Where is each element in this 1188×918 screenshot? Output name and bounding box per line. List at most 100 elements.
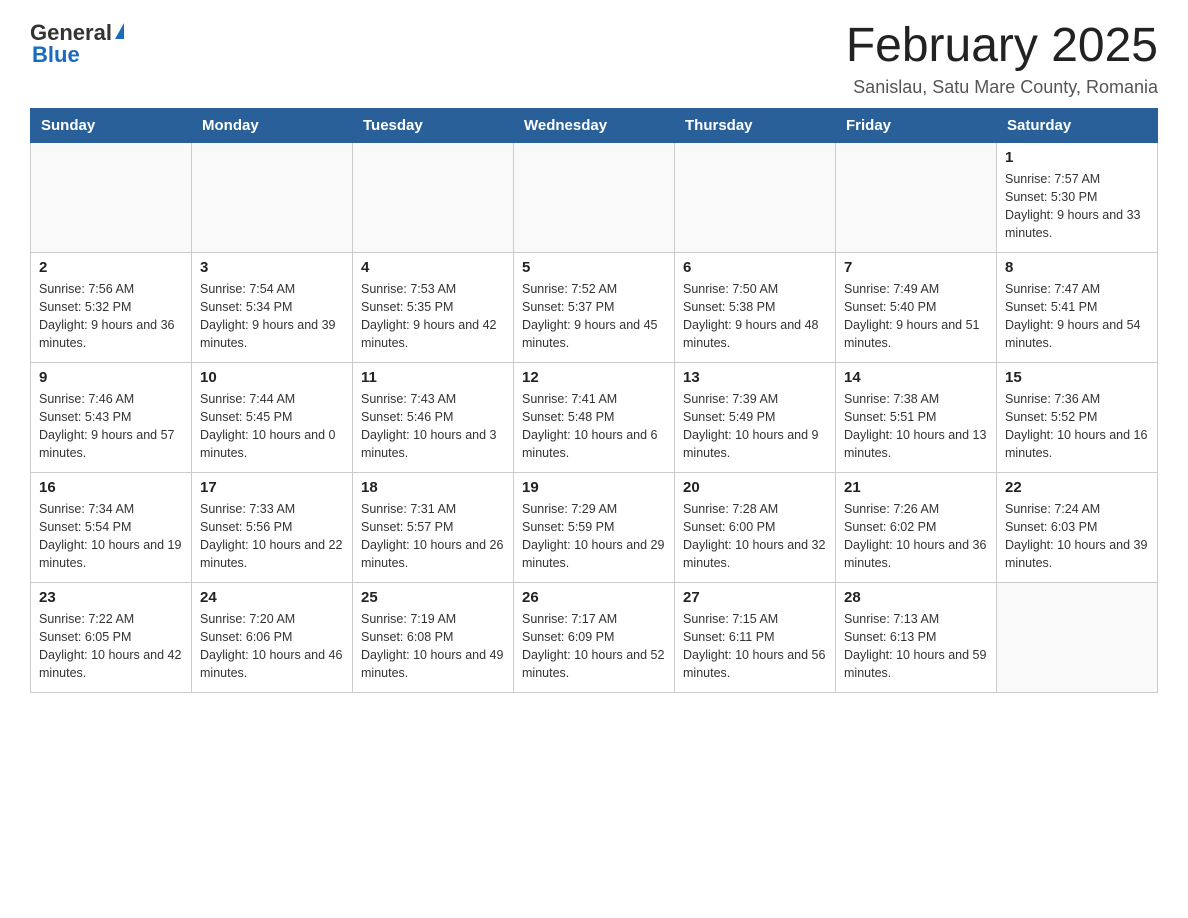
logo-blue-text: Blue — [32, 42, 80, 68]
day-number: 26 — [522, 589, 666, 606]
calendar-cell: 8 Sunrise: 7:47 AMSunset: 5:41 PMDaylight… — [997, 252, 1158, 362]
weekday-header-friday: Friday — [836, 108, 997, 142]
calendar-week-4: 16Sunrise: 7:34 AMSunset: 5:54 PMDayligh… — [31, 472, 1158, 582]
day-number: 8 — [1005, 259, 1149, 276]
calendar-cell: 11 Sunrise: 7:43 AMSunset: 5:46 PMDayligh… — [353, 362, 514, 472]
weekday-header-sunday: Sunday — [31, 108, 192, 142]
day-info: Sunrise: 7:47 AMSunset: 5:41 PMDaylight:… — [1005, 280, 1149, 353]
calendar-cell — [836, 142, 997, 252]
calendar-cell: 13 Sunrise: 7:39 AMSunset: 5:49 PMDayligh… — [675, 362, 836, 472]
calendar-cell: 14 Sunrise: 7:38 AMSunset: 5:51 PMDayligh… — [836, 362, 997, 472]
logo-arrow-icon — [115, 23, 124, 39]
day-info: Sunrise: 7:29 AMSunset: 5:59 PMDaylight:… — [522, 500, 666, 573]
day-info: Sunrise: 7:24 AMSunset: 6:03 PMDaylight:… — [1005, 500, 1149, 573]
day-number: 11 — [361, 369, 505, 386]
day-info: Sunrise: 7:46 AMSunset: 5:43 PMDaylight:… — [39, 390, 183, 463]
calendar-week-2: 2Sunrise: 7:56 AMSunset: 5:32 PMDaylight… — [31, 252, 1158, 362]
day-info: Sunrise: 7:54 AMSunset: 5:34 PMDaylight:… — [200, 280, 344, 353]
day-info: Sunrise: 7:41 AMSunset: 5:48 PMDaylight:… — [522, 390, 666, 463]
calendar-cell: 28 Sunrise: 7:13 AMSunset: 6:13 PMDayligh… — [836, 582, 997, 692]
day-number: 1 — [1005, 149, 1149, 166]
calendar-cell — [997, 582, 1158, 692]
calendar-cell: 5 Sunrise: 7:52 AMSunset: 5:37 PMDaylight… — [514, 252, 675, 362]
day-number: 24 — [200, 589, 344, 606]
title-block: February 2025 Sanislau, Satu Mare County… — [846, 20, 1158, 98]
location-title: Sanislau, Satu Mare County, Romania — [846, 77, 1158, 98]
calendar-cell: 22 Sunrise: 7:24 AMSunset: 6:03 PMDayligh… — [997, 472, 1158, 582]
day-number: 21 — [844, 479, 988, 496]
day-number: 25 — [361, 589, 505, 606]
logo: General Blue — [30, 20, 124, 68]
calendar-cell: 15 Sunrise: 7:36 AMSunset: 5:52 PMDayligh… — [997, 362, 1158, 472]
day-number: 20 — [683, 479, 827, 496]
calendar-cell: 27 Sunrise: 7:15 AMSunset: 6:11 PMDayligh… — [675, 582, 836, 692]
calendar-cell: 4 Sunrise: 7:53 AMSunset: 5:35 PMDaylight… — [353, 252, 514, 362]
day-info: Sunrise: 7:26 AMSunset: 6:02 PMDaylight:… — [844, 500, 988, 573]
calendar-cell: 24 Sunrise: 7:20 AMSunset: 6:06 PMDayligh… — [192, 582, 353, 692]
calendar-cell: 10 Sunrise: 7:44 AMSunset: 5:45 PMDayligh… — [192, 362, 353, 472]
day-info: Sunrise: 7:34 AMSunset: 5:54 PMDaylight:… — [39, 500, 183, 573]
calendar-week-5: 23 Sunrise: 7:22 AMSunset: 6:05 PMDayligh… — [31, 582, 1158, 692]
day-number: 18 — [361, 479, 505, 496]
calendar-cell: 16Sunrise: 7:34 AMSunset: 5:54 PMDayligh… — [31, 472, 192, 582]
day-info: Sunrise: 7:20 AMSunset: 6:06 PMDaylight:… — [200, 610, 344, 683]
day-info: Sunrise: 7:52 AMSunset: 5:37 PMDaylight:… — [522, 280, 666, 353]
calendar-cell — [514, 142, 675, 252]
day-number: 14 — [844, 369, 988, 386]
day-info: Sunrise: 7:33 AMSunset: 5:56 PMDaylight:… — [200, 500, 344, 573]
calendar-cell — [675, 142, 836, 252]
day-number: 13 — [683, 369, 827, 386]
day-info: Sunrise: 7:22 AMSunset: 6:05 PMDaylight:… — [39, 610, 183, 683]
day-number: 5 — [522, 259, 666, 276]
calendar-cell: 23 Sunrise: 7:22 AMSunset: 6:05 PMDayligh… — [31, 582, 192, 692]
day-number: 12 — [522, 369, 666, 386]
day-number: 2 — [39, 259, 183, 276]
calendar-cell: 18 Sunrise: 7:31 AMSunset: 5:57 PMDayligh… — [353, 472, 514, 582]
calendar-cell: 12 Sunrise: 7:41 AMSunset: 5:48 PMDayligh… — [514, 362, 675, 472]
month-title: February 2025 — [846, 20, 1158, 73]
day-info: Sunrise: 7:19 AMSunset: 6:08 PMDaylight:… — [361, 610, 505, 683]
day-number: 7 — [844, 259, 988, 276]
day-number: 27 — [683, 589, 827, 606]
weekday-header-monday: Monday — [192, 108, 353, 142]
calendar-cell: 3Sunrise: 7:54 AMSunset: 5:34 PMDaylight… — [192, 252, 353, 362]
day-number: 19 — [522, 479, 666, 496]
day-number: 23 — [39, 589, 183, 606]
calendar-cell: 7 Sunrise: 7:49 AMSunset: 5:40 PMDaylight… — [836, 252, 997, 362]
calendar-week-1: 1 Sunrise: 7:57 AMSunset: 5:30 PMDaylight… — [31, 142, 1158, 252]
day-info: Sunrise: 7:31 AMSunset: 5:57 PMDaylight:… — [361, 500, 505, 573]
day-info: Sunrise: 7:53 AMSunset: 5:35 PMDaylight:… — [361, 280, 505, 353]
day-info: Sunrise: 7:57 AMSunset: 5:30 PMDaylight:… — [1005, 170, 1149, 243]
calendar-cell — [192, 142, 353, 252]
day-info: Sunrise: 7:39 AMSunset: 5:49 PMDaylight:… — [683, 390, 827, 463]
calendar-cell: 26Sunrise: 7:17 AMSunset: 6:09 PMDayligh… — [514, 582, 675, 692]
calendar-week-3: 9Sunrise: 7:46 AMSunset: 5:43 PMDaylight… — [31, 362, 1158, 472]
day-info: Sunrise: 7:13 AMSunset: 6:13 PMDaylight:… — [844, 610, 988, 683]
day-info: Sunrise: 7:44 AMSunset: 5:45 PMDaylight:… — [200, 390, 344, 463]
day-info: Sunrise: 7:43 AMSunset: 5:46 PMDaylight:… — [361, 390, 505, 463]
calendar-cell: 17 Sunrise: 7:33 AMSunset: 5:56 PMDayligh… — [192, 472, 353, 582]
day-number: 15 — [1005, 369, 1149, 386]
calendar-cell — [31, 142, 192, 252]
day-number: 17 — [200, 479, 344, 496]
day-number: 22 — [1005, 479, 1149, 496]
weekday-header-thursday: Thursday — [675, 108, 836, 142]
day-number: 10 — [200, 369, 344, 386]
day-info: Sunrise: 7:36 AMSunset: 5:52 PMDaylight:… — [1005, 390, 1149, 463]
day-info: Sunrise: 7:49 AMSunset: 5:40 PMDaylight:… — [844, 280, 988, 353]
weekday-header-saturday: Saturday — [997, 108, 1158, 142]
calendar-cell: 19 Sunrise: 7:29 AMSunset: 5:59 PMDayligh… — [514, 472, 675, 582]
calendar-cell: 20 Sunrise: 7:28 AMSunset: 6:00 PMDayligh… — [675, 472, 836, 582]
calendar-cell: 6Sunrise: 7:50 AMSunset: 5:38 PMDaylight… — [675, 252, 836, 362]
day-number: 6 — [683, 259, 827, 276]
day-info: Sunrise: 7:28 AMSunset: 6:00 PMDaylight:… — [683, 500, 827, 573]
calendar-table: SundayMondayTuesdayWednesdayThursdayFrid… — [30, 108, 1158, 693]
day-number: 28 — [844, 589, 988, 606]
day-info: Sunrise: 7:38 AMSunset: 5:51 PMDaylight:… — [844, 390, 988, 463]
calendar-cell — [353, 142, 514, 252]
calendar-cell: 21 Sunrise: 7:26 AMSunset: 6:02 PMDayligh… — [836, 472, 997, 582]
calendar-cell: 2Sunrise: 7:56 AMSunset: 5:32 PMDaylight… — [31, 252, 192, 362]
day-info: Sunrise: 7:15 AMSunset: 6:11 PMDaylight:… — [683, 610, 827, 683]
weekday-header-wednesday: Wednesday — [514, 108, 675, 142]
day-number: 4 — [361, 259, 505, 276]
